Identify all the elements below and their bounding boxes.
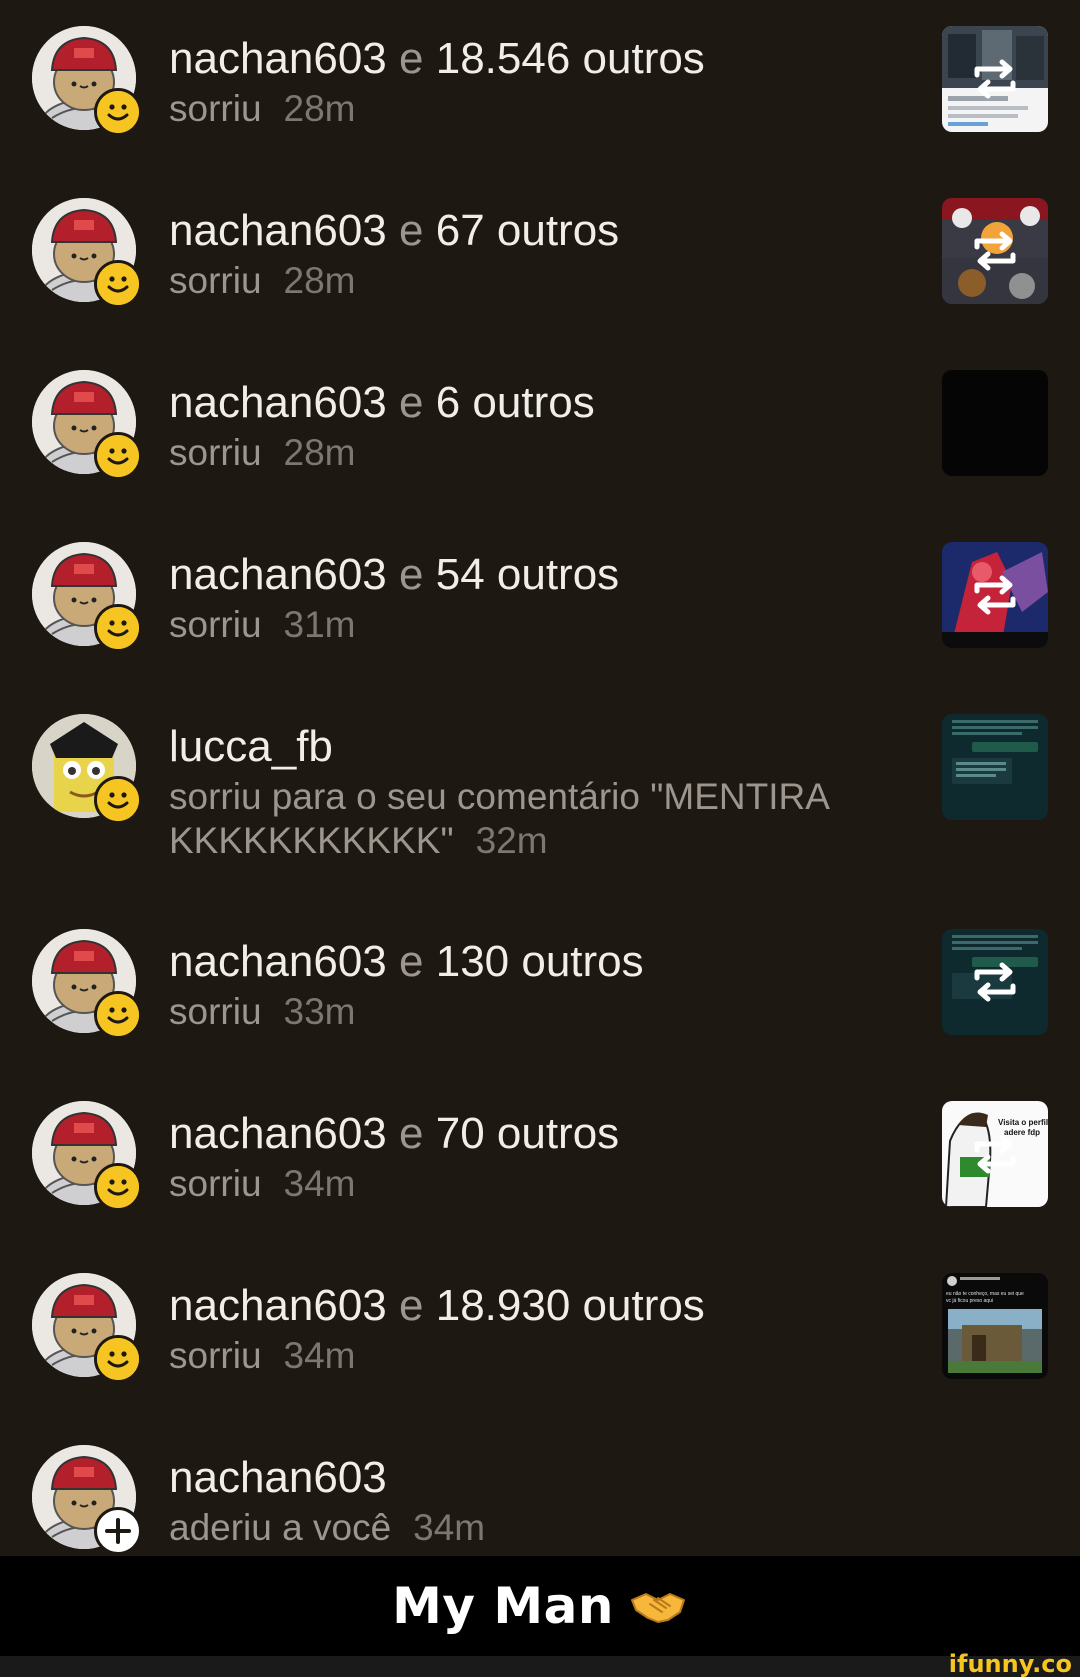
smile-badge-icon <box>94 604 142 652</box>
post-thumbnail[interactable] <box>942 542 1048 648</box>
username[interactable]: nachan603 <box>169 937 387 986</box>
footer-bar: ifunny.co <box>0 1650 1080 1677</box>
notification-item[interactable]: nachan603 e 130 outros sorriu 33m <box>0 903 1080 1075</box>
username[interactable]: nachan603 <box>169 550 387 599</box>
post-thumbnail[interactable]: eu não te conheço, mas eu sei que vc já … <box>942 1273 1048 1379</box>
smile-badge-icon <box>94 260 142 308</box>
timestamp: 28m <box>283 432 356 473</box>
post-thumbnail[interactable] <box>942 370 1048 476</box>
username[interactable]: nachan603 <box>169 1109 387 1158</box>
repost-icon <box>974 231 1016 271</box>
timestamp: 33m <box>283 991 356 1032</box>
plus-badge-icon <box>94 1507 142 1555</box>
action-text: aderiu a você <box>169 1507 392 1548</box>
action-text: sorriu <box>169 1335 262 1376</box>
timestamp: 31m <box>283 604 356 645</box>
timestamp: 34m <box>283 1335 356 1376</box>
notification-item[interactable]: nachan603 e 18.546 outros sorriu 28m <box>0 0 1080 172</box>
others-count[interactable]: 130 outros <box>436 937 644 986</box>
conjunction: e <box>399 550 424 599</box>
others-count[interactable]: 6 outros <box>436 378 595 427</box>
thumb-text-line: vc já ficou preso aqui <box>946 1298 993 1304</box>
notification-item[interactable]: nachan603 e 70 outros sorriu 34m Visita o… <box>0 1075 1080 1247</box>
notification-item[interactable]: nachan603 aderiu a você 34m <box>0 1419 1080 1556</box>
username[interactable]: nachan603 <box>169 1281 387 1330</box>
meme-caption-bar: My Man <box>0 1556 1080 1656</box>
thumb-text-line: Visita o perfil e n <box>998 1118 1048 1127</box>
repost-icon <box>974 59 1016 99</box>
post-thumbnail[interactable] <box>942 26 1048 132</box>
conjunction: e <box>399 206 424 255</box>
notification-item[interactable]: nachan603 e 18.930 outros sorriu 34m eu n… <box>0 1247 1080 1419</box>
action-text: sorriu <box>169 260 262 301</box>
notification-item[interactable]: nachan603 e 54 outros sorriu 31m <box>0 516 1080 688</box>
smile-badge-icon <box>94 776 142 824</box>
others-count[interactable]: 18.546 outros <box>436 34 705 83</box>
timestamp: 28m <box>283 88 356 129</box>
timestamp: 34m <box>413 1507 486 1548</box>
meme-caption: My Man <box>392 1577 614 1635</box>
others-count[interactable]: 54 outros <box>436 550 619 599</box>
username[interactable]: nachan603 <box>169 34 387 83</box>
thumb-text-line: eu não te conheço, mas eu sei que <box>946 1291 1024 1297</box>
repost-icon <box>974 575 1016 615</box>
timestamp: 34m <box>283 1163 356 1204</box>
conjunction: e <box>399 1281 424 1330</box>
others-count[interactable]: 70 outros <box>436 1109 619 1158</box>
post-thumbnail[interactable] <box>942 714 1048 820</box>
timestamp: 32m <box>475 820 548 861</box>
ifunny-watermark: ifunny.co <box>948 1650 1072 1677</box>
post-thumbnail[interactable]: Visita o perfil e n adere fdp <box>942 1101 1048 1207</box>
others-count[interactable]: 18.930 outros <box>436 1281 705 1330</box>
smile-badge-icon <box>94 991 142 1039</box>
timestamp: 28m <box>283 260 356 301</box>
notification-item[interactable]: nachan603 e 67 outros sorriu 28m <box>0 172 1080 344</box>
action-text: sorriu <box>169 991 262 1032</box>
notification-item[interactable]: nachan603 e 6 outros sorriu 28m <box>0 344 1080 516</box>
conjunction: e <box>399 378 424 427</box>
username[interactable]: nachan603 <box>169 1453 387 1502</box>
smile-badge-icon <box>94 432 142 480</box>
action-text: sorriu <box>169 88 262 129</box>
smile-badge-icon <box>94 1335 142 1383</box>
smile-badge-icon <box>94 88 142 136</box>
username[interactable]: nachan603 <box>169 378 387 427</box>
smile-badge-icon <box>94 1163 142 1211</box>
action-text: sorriu <box>169 432 262 473</box>
action-text: sorriu <box>169 604 262 645</box>
post-thumbnail[interactable] <box>942 929 1048 1035</box>
handshake-icon <box>630 1593 685 1623</box>
action-text: sorriu <box>169 1163 262 1204</box>
conjunction: e <box>399 1109 424 1158</box>
notifications-feed[interactable]: nachan603 e 18.546 outros sorriu 28m nac… <box>0 0 1080 1556</box>
conjunction: e <box>399 34 424 83</box>
repost-icon <box>974 962 1016 1002</box>
notification-item[interactable]: lucca_fb sorriu para o seu comentário "M… <box>0 688 1080 903</box>
username[interactable]: nachan603 <box>169 206 387 255</box>
conjunction: e <box>399 937 424 986</box>
username[interactable]: lucca_fb <box>169 722 333 771</box>
post-thumbnail[interactable] <box>942 198 1048 304</box>
others-count[interactable]: 67 outros <box>436 206 619 255</box>
repost-icon <box>974 1134 1016 1174</box>
